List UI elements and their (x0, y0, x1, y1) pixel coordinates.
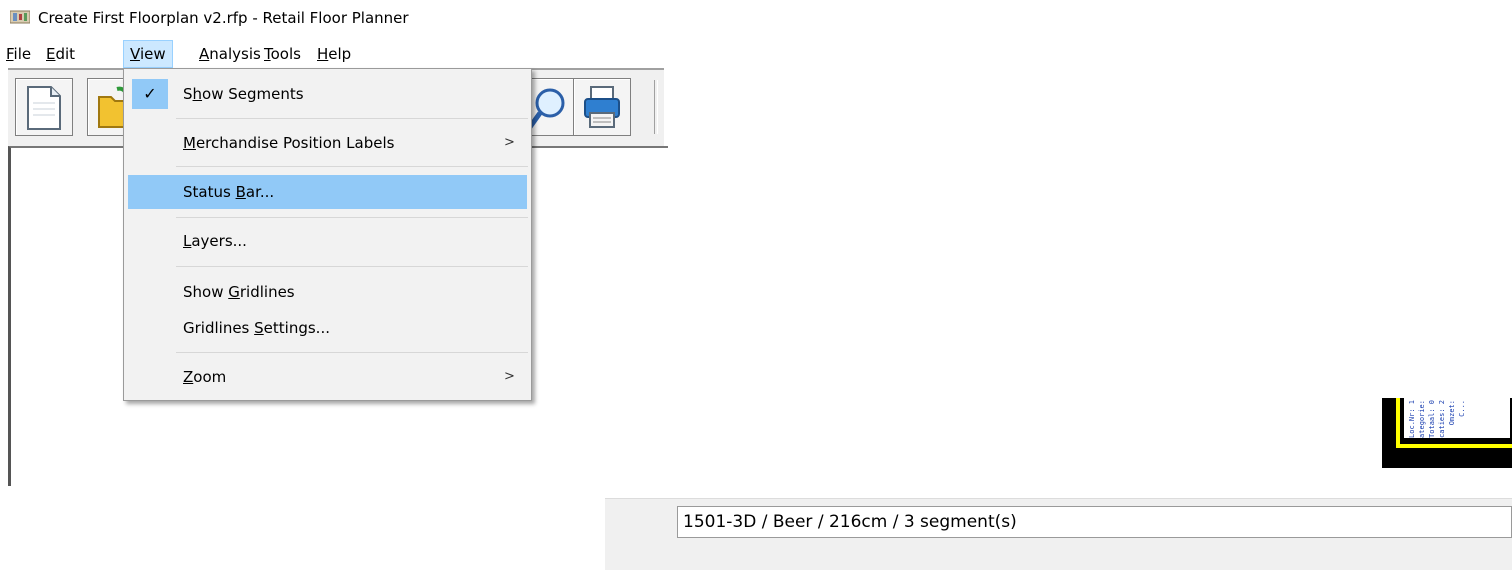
menu-item-label: Status Bar... (183, 183, 275, 201)
menu-item-layers[interactable]: Layers... (128, 224, 527, 258)
segment-label-line: Loc.Nr: 1 (1408, 400, 1416, 438)
floorplan-segment[interactable]: Loc.Nr: 1 Categorie: Totaal: 0 Locaties:… (1382, 398, 1512, 468)
menu-item-label: Show Gridlines (183, 283, 295, 301)
menu-bar: File Edit View Analysis Tools Help (0, 40, 660, 68)
menu-tools[interactable]: Tools (258, 40, 307, 68)
menu-item-label: Layers... (183, 232, 247, 250)
segment-label-line: Omzet: (1448, 400, 1456, 426)
menu-item-merchandise-position-labels[interactable]: Merchandise Position Labels > (128, 126, 527, 160)
status-text: 1501-3D / Beer / 216cm / 3 segment(s) (683, 512, 1017, 532)
status-pane: 1501-3D / Beer / 216cm / 3 segment(s) (677, 506, 1512, 538)
title-bar: Create First Floorplan v2.rfp - Retail F… (0, 0, 1512, 36)
menu-separator (176, 118, 528, 119)
menu-separator (176, 352, 528, 353)
menu-item-label: Show Segments (183, 85, 304, 103)
menu-item-label: Zoom (183, 368, 227, 386)
window-title: Create First Floorplan v2.rfp - Retail F… (38, 9, 409, 27)
submenu-arrow-icon: > (504, 369, 515, 384)
menu-analysis[interactable]: Analysis (193, 40, 267, 68)
menu-item-label: Gridlines Settings... (183, 319, 330, 337)
status-bar: 1501-3D / Beer / 216cm / 3 segment(s) (605, 498, 1512, 570)
toolbar-separator (654, 80, 658, 134)
view-menu-dropdown: ✓ Show Segments Merchandise Position Lab… (123, 68, 532, 401)
menu-view[interactable]: View (123, 40, 173, 68)
app-icon (10, 10, 30, 24)
menu-item-zoom[interactable]: Zoom > (128, 360, 527, 394)
menu-item-show-gridlines[interactable]: Show Gridlines (128, 275, 527, 309)
new-file-icon (27, 86, 61, 130)
print-icon (584, 86, 620, 128)
menu-file[interactable]: File (0, 40, 37, 68)
menu-separator (176, 217, 528, 218)
segment-label-line: Categorie: (1418, 400, 1426, 440)
menu-item-label: Merchandise Position Labels (183, 134, 395, 152)
submenu-arrow-icon: > (504, 135, 515, 150)
menu-edit[interactable]: Edit (40, 40, 81, 68)
menu-help[interactable]: Help (311, 40, 357, 68)
menu-item-status-bar[interactable]: Status Bar... (128, 175, 527, 209)
menu-separator (176, 166, 528, 167)
checkmark-icon: ✓ (132, 79, 168, 109)
segment-label-line: Totaal: 0 (1428, 400, 1436, 438)
menu-item-show-segments[interactable]: ✓ Show Segments (128, 77, 527, 111)
segment-label-line: Locaties: 2 (1438, 400, 1446, 440)
zoom-magnifier-icon (528, 88, 565, 129)
menu-separator (176, 266, 528, 267)
segment-label-line: C... (1458, 400, 1466, 417)
print-button[interactable] (573, 78, 631, 136)
menu-item-gridlines-settings[interactable]: Gridlines Settings... (128, 311, 527, 345)
segment-label-box: Loc.Nr: 1 Categorie: Totaal: 0 Locaties:… (1402, 398, 1512, 440)
new-file-button[interactable] (15, 78, 73, 136)
